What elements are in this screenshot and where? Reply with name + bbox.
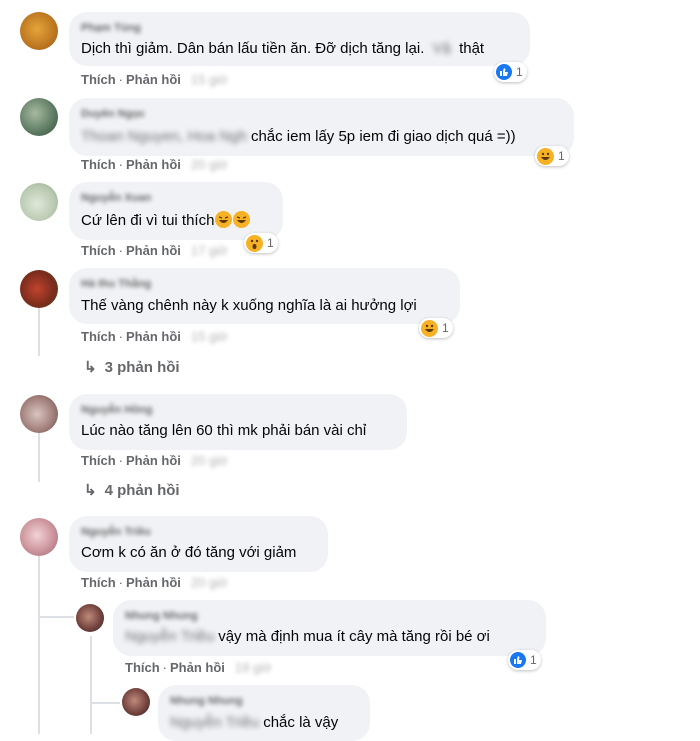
like-button[interactable]: Thích (81, 243, 116, 258)
reaction-count[interactable]: 1 (419, 318, 453, 338)
comment-text: Nguyễn Triều vậy mà định mua ít cây mà tă… (125, 628, 490, 645)
avatar[interactable] (122, 688, 150, 716)
comment-bubble (69, 98, 574, 156)
reply-button[interactable]: Phản hồi (126, 575, 181, 590)
like-icon (496, 64, 512, 80)
timestamp[interactable]: 20 giờ (191, 575, 228, 590)
haha-icon (537, 147, 554, 165)
avatar[interactable] (20, 98, 58, 136)
thread-line (38, 555, 40, 734)
like-button[interactable]: Thích (81, 329, 116, 344)
comment-text: Cơm k có ăn ở đó tăng với giảm (81, 544, 297, 561)
comment-actions: Thích · Phản hồi 20 giờ (81, 453, 228, 468)
timestamp[interactable]: 20 giờ (191, 453, 228, 468)
avatar[interactable] (20, 12, 58, 50)
reply-connector (40, 616, 74, 618)
like-button[interactable]: Thích (81, 575, 116, 590)
laughing-emoji-icon (233, 211, 251, 228)
reaction-count[interactable]: 1 (535, 146, 569, 166)
commenter-name[interactable]: Nhung Nhung (170, 695, 243, 707)
reply-button[interactable]: Phản hồi (126, 453, 181, 468)
comment-bubble (69, 12, 530, 66)
comment-actions: Thích · Phản hồi 15 giờ (81, 329, 228, 344)
commenter-name[interactable]: Duyên Ngọc (81, 108, 145, 120)
mention-tag[interactable]: Nguyễn Triều (170, 714, 259, 731)
reply-arrow-icon: ↳ (84, 359, 97, 376)
commenter-name[interactable]: Nguyễn Triều (81, 526, 151, 538)
reply-button[interactable]: Phản hồi (126, 243, 181, 258)
reaction-count[interactable]: 1 (494, 62, 527, 82)
like-button[interactable]: Thích (125, 660, 160, 675)
comment-actions: Thích · Phản hồi 19 giờ (125, 660, 272, 675)
timestamp[interactable]: 15 giờ (191, 72, 228, 87)
reply-button[interactable]: Phản hồi (170, 660, 225, 675)
avatar[interactable] (76, 604, 104, 632)
reaction-count[interactable]: 1 (508, 650, 541, 670)
like-icon (510, 652, 526, 668)
comment-text: Thế vàng chênh này k xuống nghĩa là ai h… (81, 297, 417, 314)
commenter-name[interactable]: Hà thu Thằng (81, 278, 151, 290)
reply-button[interactable]: Phản hồi (126, 157, 181, 172)
timestamp[interactable]: 19 giờ (235, 660, 272, 675)
timestamp[interactable]: 20 giờ (191, 157, 228, 172)
timestamp[interactable]: 17 giờ (191, 243, 228, 258)
reply-connector (92, 702, 120, 704)
timestamp[interactable]: 15 giờ (191, 329, 228, 344)
like-button[interactable]: Thích (81, 453, 116, 468)
commenter-name[interactable]: Phạm Tùng (81, 22, 141, 34)
view-replies-link[interactable]: ↳ 3 phản hồi (84, 358, 180, 376)
comment-text: Thoan Nguyen, Hoa Ngh chắc iem lấy 5p iem… (81, 128, 516, 145)
comment-text: Lúc nào tăng lên 60 thì mk phải bán vài … (81, 422, 367, 439)
comment-text: Nguyễn Triều chắc là vậy (170, 714, 339, 731)
thread-line (90, 636, 92, 734)
reaction-count[interactable]: 1 (244, 233, 278, 253)
mention-tag[interactable]: Nguyễn Triều (125, 628, 214, 645)
comment-bubble (69, 268, 460, 324)
thread-line (38, 306, 40, 356)
avatar[interactable] (20, 183, 58, 221)
haha-icon (421, 319, 438, 337)
comment-actions: Thích · Phản hồi 20 giờ (81, 575, 228, 590)
laughing-emoji-icon (215, 211, 233, 228)
thread-line (38, 432, 40, 482)
commenter-name[interactable]: Nguyễn Xuan (81, 192, 151, 204)
comment-text: Cứ lên đi vì tui thích (81, 211, 251, 229)
comment-actions: Thích · Phản hồi 17 giờ (81, 243, 228, 258)
reply-arrow-icon: ↳ (84, 482, 97, 499)
blurred-text: Vậ (432, 40, 451, 57)
commenter-name[interactable]: Nguyễn Hồng (81, 404, 153, 416)
avatar[interactable] (20, 395, 58, 433)
comment-text: Dịch thì giảm. Dân bán lấu tiền ăn. Đỡ d… (81, 40, 485, 57)
view-replies-link[interactable]: ↳ 4 phản hồi (84, 481, 180, 499)
comment-bubble (158, 685, 370, 741)
comment-actions: Thích · Phản hồi 15 giờ (81, 72, 228, 87)
commenter-name[interactable]: Nhung Nhung (125, 610, 198, 622)
avatar[interactable] (20, 518, 58, 556)
like-button[interactable]: Thích (81, 72, 116, 87)
mention-tag[interactable]: Thoan Nguyen, Hoa Ngh (81, 128, 247, 145)
wow-icon (246, 234, 263, 252)
like-button[interactable]: Thích (81, 157, 116, 172)
avatar[interactable] (20, 270, 58, 308)
reply-button[interactable]: Phản hồi (126, 72, 181, 87)
reply-button[interactable]: Phản hồi (126, 329, 181, 344)
comment-actions: Thích · Phản hồi 20 giờ (81, 157, 228, 172)
